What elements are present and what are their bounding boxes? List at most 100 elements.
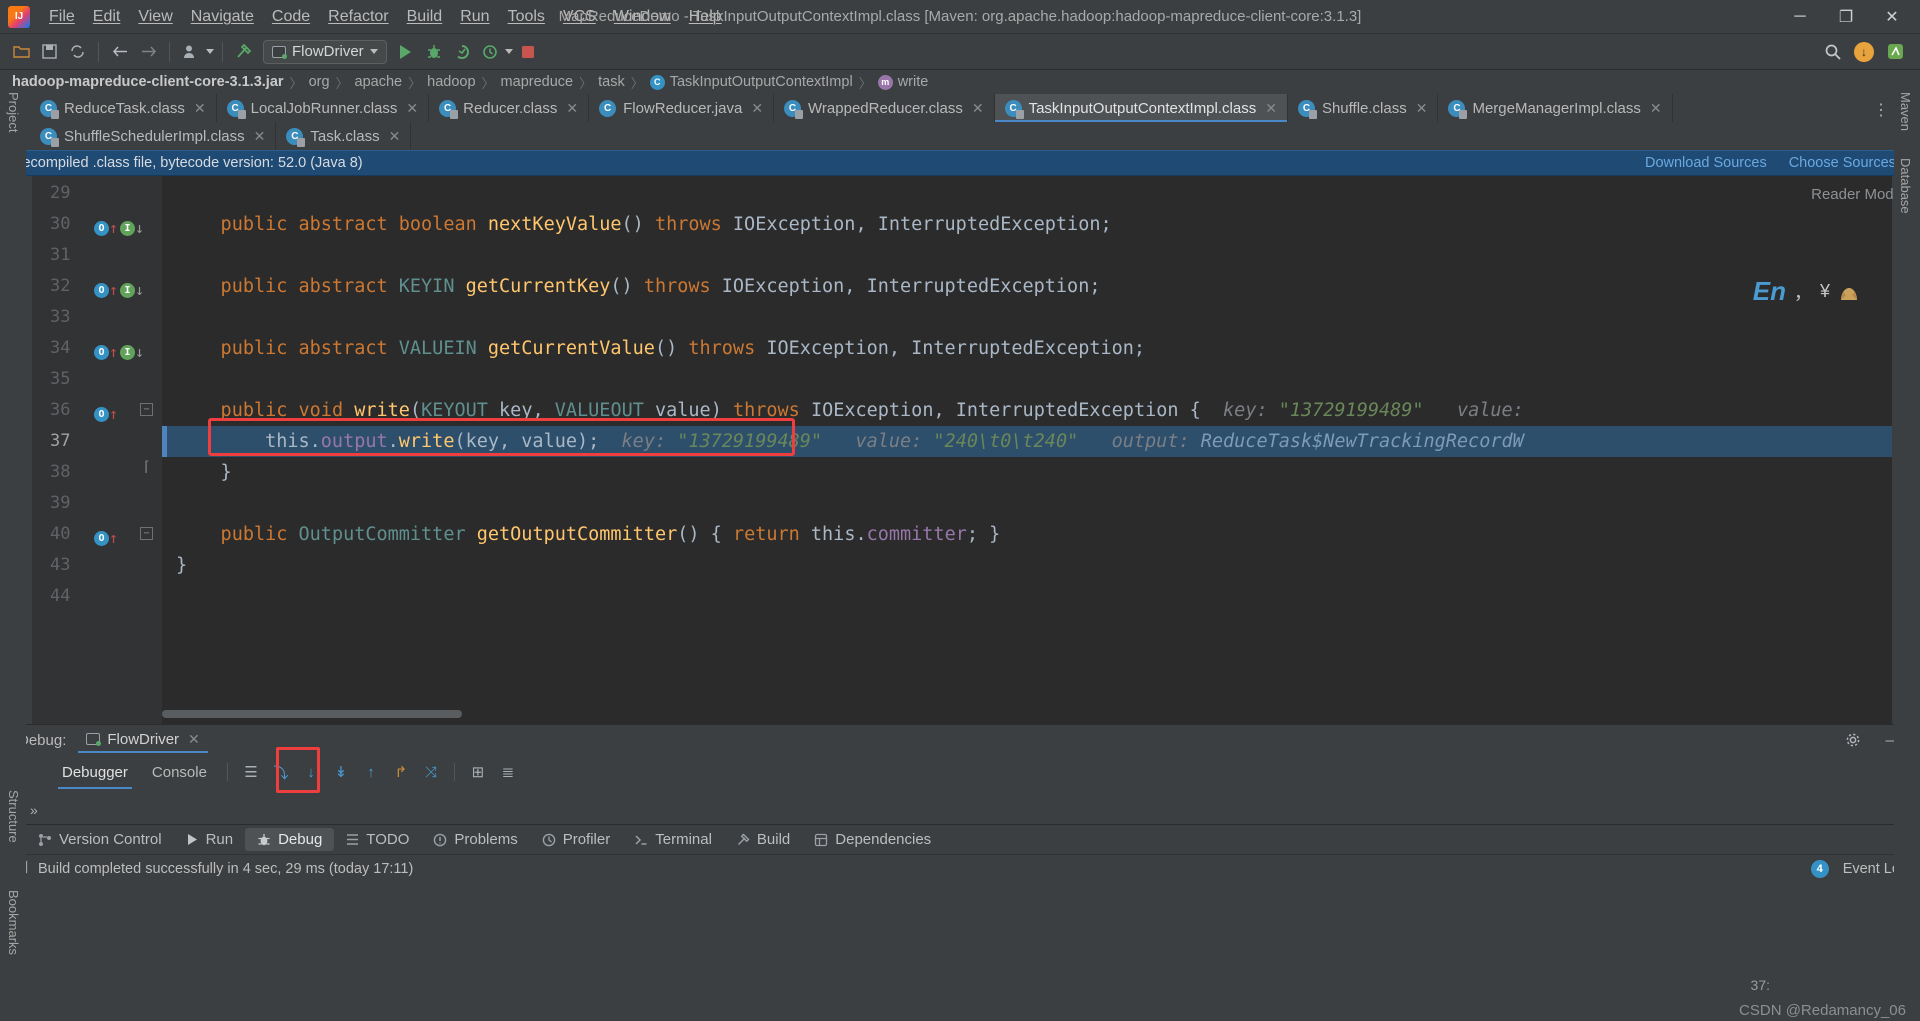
implement-marker-icon[interactable]: I <box>120 283 136 298</box>
ide-icon[interactable] <box>1882 39 1908 65</box>
editor-tab-localjobrunner[interactable]: C LocalJobRunner.class ✕ <box>216 94 430 122</box>
tab-close-icon[interactable]: ✕ <box>1416 100 1428 117</box>
breadcrumb-class[interactable]: C TaskInputOutputContextImpl <box>644 74 859 90</box>
rail-label-project[interactable]: Project <box>6 92 21 132</box>
gutter-line-37[interactable]: 37 <box>32 426 162 457</box>
code-line-30[interactable]: public abstract boolean nextKeyValue() t… <box>176 209 1112 240</box>
editor-tab-shuffleschedulerimpl[interactable]: C ShuffleSchedulerImpl.class ✕ <box>30 122 277 150</box>
breadcrumb-item-org[interactable]: org <box>303 74 336 90</box>
debug-subtab-debugger[interactable]: Debugger <box>52 760 138 789</box>
run-icon[interactable] <box>393 39 419 65</box>
menu-file[interactable]: File <box>40 4 84 30</box>
rail-label-structure[interactable]: Structure <box>6 790 21 843</box>
debug-subtab-console[interactable]: Console <box>142 760 217 785</box>
debug-session-close-icon[interactable]: ✕ <box>188 731 200 748</box>
code-line-34[interactable]: public abstract VALUEIN getCurrentValue(… <box>176 333 1146 364</box>
gutter-line-43[interactable]: 43 <box>32 550 162 581</box>
rail-label-maven[interactable]: Maven <box>1898 92 1913 131</box>
editor-tab-reducetask[interactable]: C ReduceTask.class ✕ <box>30 94 217 122</box>
menu-run[interactable]: Run <box>451 4 498 30</box>
stop-icon[interactable] <box>515 39 541 65</box>
tab-close-icon[interactable]: ✕ <box>254 128 266 145</box>
gutter-line-40[interactable]: 40 O ↑ − <box>32 519 162 550</box>
override-marker-icon[interactable]: O <box>94 283 109 298</box>
override-marker-icon[interactable]: O <box>94 221 109 236</box>
user-icon[interactable] <box>178 39 204 65</box>
code-fold-icon[interactable]: ⌈ <box>140 460 153 475</box>
user-dropdown-caret-icon[interactable] <box>206 49 214 54</box>
override-marker-icon[interactable]: O <box>94 407 109 422</box>
breadcrumb-item-task[interactable]: task <box>592 74 631 90</box>
menu-navigate[interactable]: Navigate <box>182 4 263 30</box>
sync-icon[interactable] <box>64 39 90 65</box>
override-marker-icon[interactable]: O <box>94 531 109 546</box>
hammer-icon[interactable] <box>231 39 257 65</box>
code-fold-icon[interactable]: − <box>140 527 153 540</box>
tool-window-version-control[interactable]: Version Control <box>26 828 174 851</box>
breadcrumb-item-apache[interactable]: apache <box>349 74 409 90</box>
breadcrumb-root[interactable]: hadoop-mapreduce-client-core-3.1.3.jar <box>12 74 290 90</box>
editor-tab-flowreducer[interactable]: C FlowReducer.java ✕ <box>589 94 775 122</box>
tool-window-todo[interactable]: TODO <box>334 828 421 851</box>
debug-icon[interactable] <box>421 39 447 65</box>
step-out-icon[interactable]: ↑ <box>358 760 384 784</box>
update-icon[interactable]: ↓ <box>1854 41 1874 62</box>
debug-session-tab[interactable]: FlowDriver ✕ <box>78 728 209 753</box>
debug-expand-icon[interactable]: » <box>30 802 38 818</box>
editor-horizontal-scrollbar[interactable] <box>162 710 1880 718</box>
reader-mode-label[interactable]: Reader Mode <box>1811 186 1902 203</box>
implement-marker-icon[interactable]: I <box>120 221 136 236</box>
choose-sources-link[interactable]: Choose Sources... <box>1789 155 1908 171</box>
gutter-line-32[interactable]: 32 O ↑ I ↓ <box>32 271 162 302</box>
gutter-line-38[interactable]: 38 ⌈ <box>32 457 162 488</box>
download-sources-link[interactable]: Download Sources <box>1645 155 1767 171</box>
search-icon[interactable] <box>1820 39 1846 65</box>
editor-gutter[interactable]: 29 30 O ↑ I ↓ 31 32 O ↑ I ↓ 33 34 O ↑ I ↓ 35 36 O ↑ −37 38 ⌈ 39 40… <box>32 176 162 724</box>
menu-help[interactable]: Help <box>680 4 731 30</box>
implement-marker-icon[interactable]: I <box>120 345 136 360</box>
breadcrumb-method[interactable]: m write <box>872 74 935 90</box>
menu-tools[interactable]: Tools <box>499 4 554 30</box>
gutter-line-29[interactable]: 29 <box>32 178 162 209</box>
coverage-icon[interactable] <box>449 39 475 65</box>
tab-close-icon[interactable]: ✕ <box>194 100 206 117</box>
gutter-line-30[interactable]: 30 O ↑ I ↓ <box>32 209 162 240</box>
tab-close-icon[interactable]: ✕ <box>751 100 763 117</box>
run-to-cursor-icon[interactable]: ⤨ <box>418 760 444 784</box>
breadcrumb-item-mapreduce[interactable]: mapreduce <box>495 74 580 90</box>
tab-close-icon[interactable]: ✕ <box>389 128 401 145</box>
gutter-line-34[interactable]: 34 O ↑ I ↓ <box>32 333 162 364</box>
menu-refactor[interactable]: Refactor <box>319 4 397 30</box>
tool-window-terminal[interactable]: Terminal <box>622 828 724 851</box>
back-arrow-icon[interactable] <box>107 39 133 65</box>
gutter-line-44[interactable]: 44 <box>32 581 162 612</box>
tab-overflow-icon[interactable]: ⋮ <box>1873 100 1890 120</box>
menu-build[interactable]: Build <box>398 4 452 30</box>
save-icon[interactable] <box>36 39 62 65</box>
tool-window-dependencies[interactable]: Dependencies <box>802 828 943 851</box>
rail-label-database[interactable]: Database <box>1898 158 1913 214</box>
breadcrumb-item-hadoop[interactable]: hadoop <box>421 74 481 90</box>
tool-window-build[interactable]: Build <box>724 828 802 851</box>
drop-frame-icon[interactable]: ↱ <box>388 760 414 784</box>
tab-close-icon[interactable]: ✕ <box>1265 100 1277 117</box>
tab-close-icon[interactable]: ✕ <box>1650 100 1662 117</box>
gear-icon[interactable] <box>1840 728 1866 752</box>
code-fold-icon[interactable]: − <box>140 403 153 416</box>
editor-tab-shuffle[interactable]: C Shuffle.class ✕ <box>1287 94 1439 122</box>
gutter-line-33[interactable]: 33 <box>32 302 162 333</box>
maximize-button[interactable]: ❐ <box>1824 2 1868 32</box>
override-marker-icon[interactable]: O <box>94 345 109 360</box>
menu-vcs[interactable]: VCS <box>554 4 605 30</box>
tab-close-icon[interactable]: ✕ <box>566 100 578 117</box>
editor-tab-taskinputoutputcontextimpl[interactable]: C TaskInputOutputContextImpl.class ✕ <box>994 94 1288 122</box>
minimize-button[interactable]: ─ <box>1778 2 1822 32</box>
tab-close-icon[interactable]: ✕ <box>406 100 418 117</box>
code-line-40[interactable]: public OutputCommitter getOutputCommitte… <box>176 519 1001 550</box>
run-configuration-selector[interactable]: FlowDriver <box>263 39 387 64</box>
close-button[interactable]: ✕ <box>1870 2 1914 32</box>
menu-view[interactable]: View <box>129 4 181 30</box>
editor-tab-mergemanagerimpl[interactable]: C MergeManagerImpl.class ✕ <box>1438 94 1673 122</box>
profiler-icon[interactable] <box>477 39 503 65</box>
tool-window-problems[interactable]: Problems <box>421 828 529 851</box>
